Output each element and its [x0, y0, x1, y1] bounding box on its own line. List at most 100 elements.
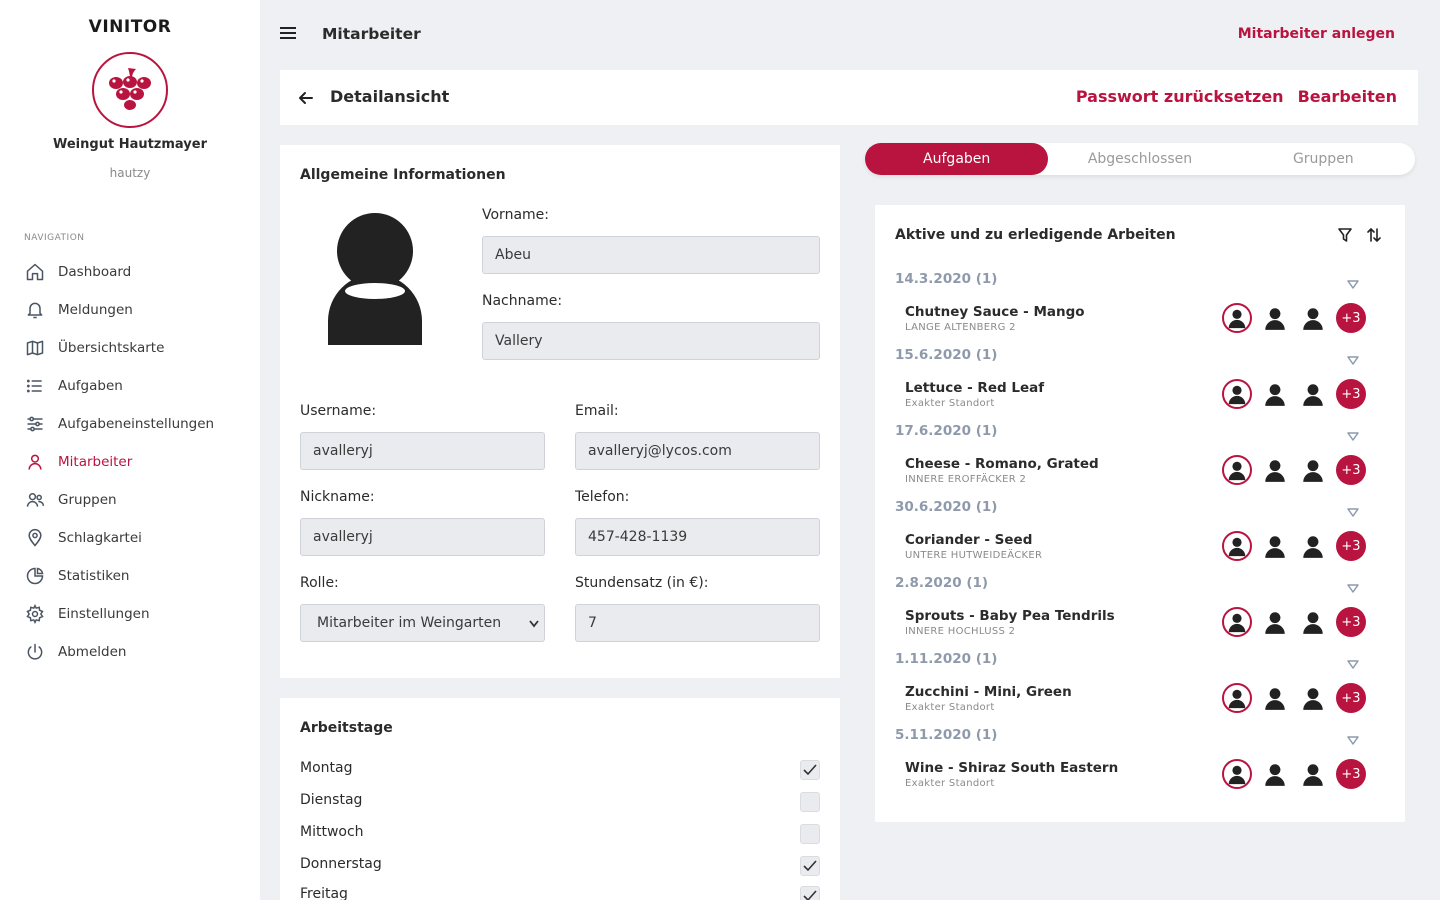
- assignee-avatar[interactable]: [1222, 759, 1252, 789]
- collapse-toggle-icon[interactable]: [1347, 351, 1359, 370]
- assignee-avatar[interactable]: [1260, 683, 1290, 713]
- workday-checkbox[interactable]: [800, 856, 820, 876]
- filter-icon[interactable]: [1337, 227, 1353, 247]
- workday-checkbox[interactable]: [800, 824, 820, 844]
- more-assignees-badge[interactable]: +3: [1336, 531, 1366, 561]
- assignee-avatar[interactable]: [1260, 303, 1290, 333]
- task-location: INNERE EROFFÄCKER 2: [905, 474, 1027, 485]
- workday-checkbox[interactable]: [800, 792, 820, 812]
- assignee-avatar[interactable]: [1298, 759, 1328, 789]
- task-name[interactable]: Wine - Shiraz South Eastern: [905, 760, 1118, 776]
- sidebar-item-statistiken[interactable]: Statistiken: [0, 557, 260, 595]
- tab-aufgaben[interactable]: Aufgaben: [865, 143, 1049, 175]
- create-employee-button[interactable]: Mitarbeiter anlegen: [1238, 26, 1395, 42]
- more-assignees-badge[interactable]: +3: [1336, 379, 1366, 409]
- assignee-avatar[interactable]: [1222, 455, 1252, 485]
- workday-label: Donnerstag: [300, 856, 382, 872]
- hourly-rate-field[interactable]: [575, 604, 820, 642]
- firstname-label: Vorname:: [482, 207, 549, 223]
- lastname-field[interactable]: [482, 322, 820, 360]
- task-group: 30.6.2020 (1) Coriander - Seed UNTERE HUTW…: [875, 499, 1405, 575]
- more-assignees-badge[interactable]: +3: [1336, 607, 1366, 637]
- role-select[interactable]: Mitarbeiter im Weingarten: [300, 604, 545, 642]
- edit-button[interactable]: Bearbeiten: [1298, 87, 1397, 106]
- assignee-avatar[interactable]: [1222, 531, 1252, 561]
- sidebar-nav: Dashboard Meldungen Übersichtskarte Aufg…: [0, 253, 260, 671]
- collapse-toggle-icon[interactable]: [1347, 655, 1359, 674]
- menu-icon[interactable]: [280, 27, 296, 41]
- collapse-toggle-icon[interactable]: [1347, 503, 1359, 522]
- task-group: 14.3.2020 (1) Chutney Sauce - Mango LANGE …: [875, 271, 1405, 347]
- assignee-avatar[interactable]: [1298, 455, 1328, 485]
- check-icon: [803, 764, 817, 776]
- nav-heading: NAVIGATION: [24, 233, 85, 243]
- more-assignees-badge[interactable]: +3: [1336, 455, 1366, 485]
- sidebar-item-meldungen[interactable]: Meldungen: [0, 291, 260, 329]
- assignee-avatar[interactable]: [1260, 455, 1290, 485]
- more-assignees-badge[interactable]: +3: [1336, 683, 1366, 713]
- sidebar-item-aufgabeneinstellungen[interactable]: Aufgabeneinstellungen: [0, 405, 260, 443]
- workday-row: Montag: [300, 758, 820, 782]
- list-icon: [24, 375, 46, 397]
- assignee-avatar[interactable]: [1298, 303, 1328, 333]
- sidebar-item-uebersichtskarte[interactable]: Übersichtskarte: [0, 329, 260, 367]
- nickname-field[interactable]: [300, 518, 545, 556]
- sidebar-item-dashboard[interactable]: Dashboard: [0, 253, 260, 291]
- assignee-avatar[interactable]: [1260, 759, 1290, 789]
- tab-gruppen[interactable]: Gruppen: [1232, 143, 1415, 175]
- email-label: Email:: [575, 403, 619, 419]
- general-info-card: Allgemeine Informationen Vorname: Nachna…: [280, 145, 840, 678]
- sidebar-item-einstellungen[interactable]: Einstellungen: [0, 595, 260, 633]
- assignee-avatar[interactable]: [1260, 531, 1290, 561]
- assignee-avatar[interactable]: [1298, 379, 1328, 409]
- sidebar-item-aufgaben[interactable]: Aufgaben: [0, 367, 260, 405]
- reset-password-button[interactable]: Passwort zurücksetzen: [1076, 87, 1284, 106]
- task-name[interactable]: Zucchini - Mini, Green: [905, 684, 1072, 700]
- workday-checkbox[interactable]: [800, 886, 820, 900]
- workday-checkbox[interactable]: [800, 760, 820, 780]
- phone-label: Telefon:: [575, 489, 630, 505]
- assignee-avatar[interactable]: [1298, 607, 1328, 637]
- more-assignees-badge[interactable]: +3: [1336, 303, 1366, 333]
- workday-row: Freitag: [300, 884, 820, 900]
- assignee-avatar[interactable]: [1222, 303, 1252, 333]
- tab-abgeschlossen[interactable]: Abgeschlossen: [1048, 143, 1231, 175]
- assignee-avatar[interactable]: [1260, 379, 1290, 409]
- sidebar-item-label: Meldungen: [58, 302, 133, 318]
- assignee-avatar[interactable]: [1260, 607, 1290, 637]
- collapse-toggle-icon[interactable]: [1347, 427, 1359, 446]
- email-field[interactable]: [575, 432, 820, 470]
- assignee-avatar[interactable]: [1298, 683, 1328, 713]
- task-name[interactable]: Coriander - Seed: [905, 532, 1032, 548]
- sidebar: VINITOR Weingut Hautzmayer hautzy NAVIGA…: [0, 0, 260, 900]
- sort-icon[interactable]: [1366, 227, 1382, 247]
- collapse-toggle-icon[interactable]: [1347, 731, 1359, 750]
- firstname-field[interactable]: [482, 236, 820, 274]
- task-assignees: +3: [1222, 303, 1366, 333]
- pie-chart-icon: [24, 565, 46, 587]
- username-field[interactable]: [300, 432, 545, 470]
- hourly-rate-label: Stundensatz (in €):: [575, 575, 709, 591]
- sidebar-item-schlagkartei[interactable]: Schlagkartei: [0, 519, 260, 557]
- sidebar-item-label: Abmelden: [58, 644, 127, 660]
- task-name[interactable]: Sprouts - Baby Pea Tendrils: [905, 608, 1115, 624]
- sidebar-item-gruppen[interactable]: Gruppen: [0, 481, 260, 519]
- task-name[interactable]: Cheese - Romano, Grated: [905, 456, 1099, 472]
- assignee-avatar[interactable]: [1222, 607, 1252, 637]
- task-group: 2.8.2020 (1) Sprouts - Baby Pea Tendrils I…: [875, 575, 1405, 651]
- task-name[interactable]: Lettuce - Red Leaf: [905, 380, 1044, 396]
- back-arrow-icon[interactable]: [298, 90, 314, 110]
- collapse-toggle-icon[interactable]: [1347, 275, 1359, 294]
- assignee-avatar[interactable]: [1222, 379, 1252, 409]
- task-group-date: 15.6.2020 (1): [895, 347, 998, 363]
- collapse-toggle-icon[interactable]: [1347, 579, 1359, 598]
- task-name[interactable]: Chutney Sauce - Mango: [905, 304, 1085, 320]
- assignee-avatar[interactable]: [1222, 683, 1252, 713]
- task-location: INNERE HOCHLUSS 2: [905, 626, 1016, 637]
- phone-field[interactable]: [575, 518, 820, 556]
- user-icon: [24, 451, 46, 473]
- sidebar-item-mitarbeiter[interactable]: Mitarbeiter: [0, 443, 260, 481]
- assignee-avatar[interactable]: [1298, 531, 1328, 561]
- sidebar-item-abmelden[interactable]: Abmelden: [0, 633, 260, 671]
- more-assignees-badge[interactable]: +3: [1336, 759, 1366, 789]
